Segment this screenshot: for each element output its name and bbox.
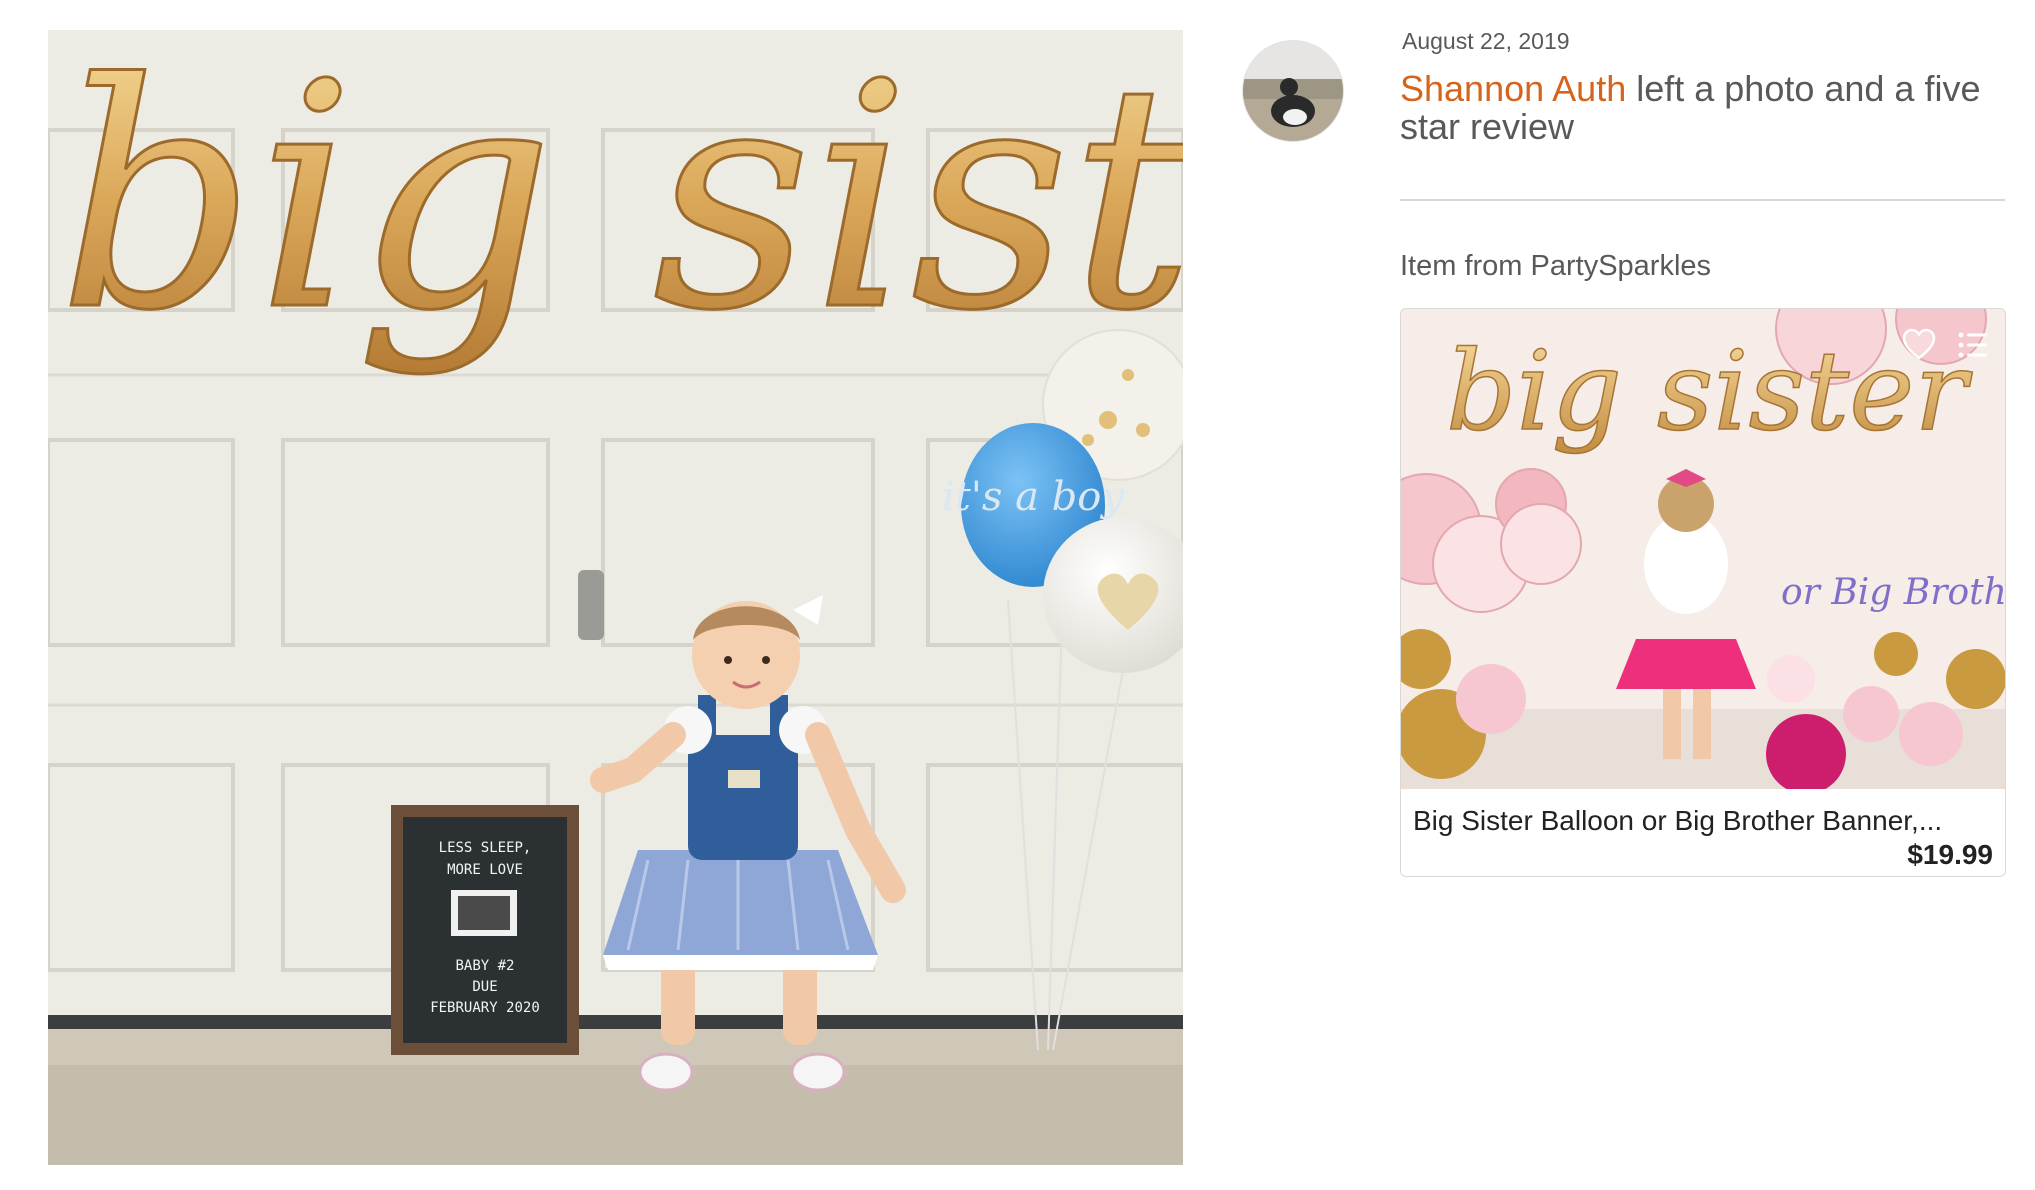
item-shop-label[interactable]: Item from PartySparkles xyxy=(1400,250,1711,283)
listing-image[interactable]: big sister or Big Brother xyxy=(1401,309,2005,789)
blue-balloon-text: it's a boy xyxy=(942,474,1125,520)
svg-text:DUE: DUE xyxy=(472,979,497,995)
reviewer-avatar[interactable] xyxy=(1242,40,1344,142)
listing-sub-text: or Big Brother xyxy=(1781,572,2005,613)
divider xyxy=(1400,199,2005,201)
listing-image-illustration: big sister or Big Brother xyxy=(1401,309,2005,789)
avatar-image xyxy=(1243,41,1343,141)
listing-card[interactable]: big sister or Big Brother xyxy=(1400,308,2006,877)
reviewer-name-link[interactable]: Shannon Auth xyxy=(1400,68,1626,109)
svg-text:BABY #2: BABY #2 xyxy=(455,958,514,974)
listing-title[interactable]: Big Sister Balloon or Big Brother Banner… xyxy=(1413,805,1993,837)
card-action-icons xyxy=(1901,327,1991,363)
review-photo[interactable]: big sister it's a boy LESS SLEEP, MORE L… xyxy=(48,30,1183,1165)
heart-icon[interactable] xyxy=(1901,327,1937,363)
svg-text:FEBRUARY 2020: FEBRUARY 2020 xyxy=(430,1000,540,1016)
svg-text:LESS SLEEP,: LESS SLEEP, xyxy=(439,840,532,856)
listing-balloon-letters: big sister xyxy=(1446,327,1973,455)
review-photo-illustration: big sister it's a boy LESS SLEEP, MORE L… xyxy=(48,30,1183,1165)
balloon-letters: big sister xyxy=(58,30,1183,379)
review-date: August 22, 2019 xyxy=(1402,28,1570,54)
listing-price: $19.99 xyxy=(1907,839,1993,870)
svg-text:MORE LOVE: MORE LOVE xyxy=(447,862,523,878)
review-headline: Shannon Auth left a photo and a five sta… xyxy=(1400,70,2020,146)
review-page: big sister it's a boy LESS SLEEP, MORE L… xyxy=(0,0,2035,1190)
list-icon[interactable] xyxy=(1955,327,1991,363)
